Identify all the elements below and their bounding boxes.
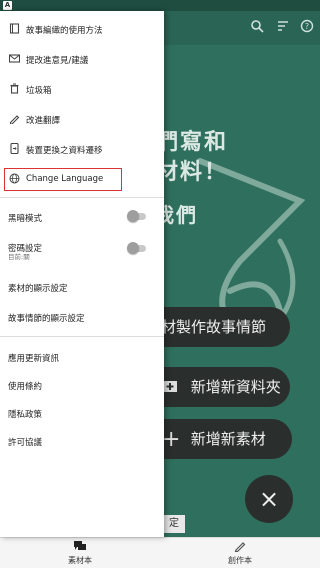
- drawer-item-trash[interactable]: 垃圾箱: [0, 75, 164, 103]
- drawer-item-how-to-use[interactable]: 故事編織的使用方法: [0, 15, 164, 43]
- plus-box-icon: [162, 368, 186, 408]
- nav-item-material-book[interactable]: 素材本: [50, 541, 110, 566]
- navigation-drawer: 故事編織的使用方法 提改進意見/建議 垃圾箱 改進翻譯 裝置更換之資料遷移 Ch…: [0, 11, 164, 537]
- material-display-settings[interactable]: 素材的顯示設定: [0, 273, 164, 301]
- drawer-item-update-info[interactable]: 應用更新資訊: [0, 343, 164, 371]
- drawer-item-label: 提改進意見/建議: [26, 56, 89, 66]
- drawer-item-label: 素材的顯示設定: [8, 284, 68, 294]
- drawer-item-label: 隱私政策: [8, 410, 43, 420]
- drawer-item-feedback[interactable]: 提改進意見/建議: [0, 45, 164, 73]
- drawer-item-improve-translation[interactable]: 改進翻譯: [0, 105, 164, 133]
- divider: [0, 336, 164, 337]
- status-indicator: A: [3, 1, 12, 10]
- help-icon[interactable]: ?: [298, 19, 316, 37]
- dark-mode-label: 黑暗模式: [8, 214, 43, 224]
- drawer-item-label: 應用更新資訊: [8, 354, 60, 364]
- pill-label: 素材製作故事情節: [146, 318, 267, 336]
- nav-label: 素材本: [68, 556, 92, 565]
- drawer-item-license[interactable]: 許可協議: [0, 427, 164, 455]
- drawer-item-privacy[interactable]: 隱私政策: [0, 399, 164, 427]
- toggle-thumb: [127, 242, 139, 254]
- password-toggle[interactable]: [126, 241, 148, 255]
- drawer-item-label: 裝置更換之資料遷移: [26, 146, 103, 156]
- pencil-icon: [9, 113, 20, 125]
- drawer-item-label: 故事編織的使用方法: [26, 26, 103, 36]
- status-bar: A: [0, 0, 320, 11]
- divider: [0, 197, 164, 198]
- drawer-item-label: 使用條約: [8, 382, 43, 392]
- drawer-item-label: 故事情節的顯示設定: [8, 314, 85, 324]
- password-status: 目前:關: [8, 253, 30, 261]
- bg-chip: 定: [163, 515, 185, 533]
- story-display-settings[interactable]: 故事情節的顯示設定: [0, 303, 164, 331]
- mail-icon: [8, 53, 21, 64]
- book-icon: [9, 23, 20, 34]
- svg-text:?: ?: [305, 22, 309, 31]
- drawer-item-label: 許可協議: [8, 438, 43, 448]
- nav-item-creation-book[interactable]: 創作本: [210, 541, 270, 566]
- trash-icon: [9, 83, 20, 94]
- bottom-navigation: 素材本 創作本: [0, 537, 320, 568]
- sort-icon[interactable]: [274, 19, 292, 37]
- dark-mode-toggle[interactable]: [126, 209, 148, 223]
- chat-icon: [50, 541, 110, 555]
- pen-icon: [210, 541, 270, 555]
- plus-icon: +: [162, 426, 181, 452]
- drawer-item-data-transfer[interactable]: 裝置更換之資料遷移: [0, 135, 164, 163]
- toggle-thumb: [127, 210, 139, 222]
- drawer-item-terms[interactable]: 使用條約: [0, 371, 164, 399]
- close-fab[interactable]: ×: [245, 475, 293, 523]
- search-icon[interactable]: [248, 19, 266, 37]
- pill-label: 新增新資料夾: [190, 378, 281, 396]
- nav-label: 創作本: [228, 556, 252, 565]
- pill-label: 新增新素材: [190, 430, 266, 448]
- transfer-icon: [9, 142, 20, 155]
- drawer-item-label: 垃圾箱: [26, 86, 52, 96]
- highlight-box: [4, 168, 122, 191]
- drawer-item-label: 改進翻譯: [26, 116, 61, 126]
